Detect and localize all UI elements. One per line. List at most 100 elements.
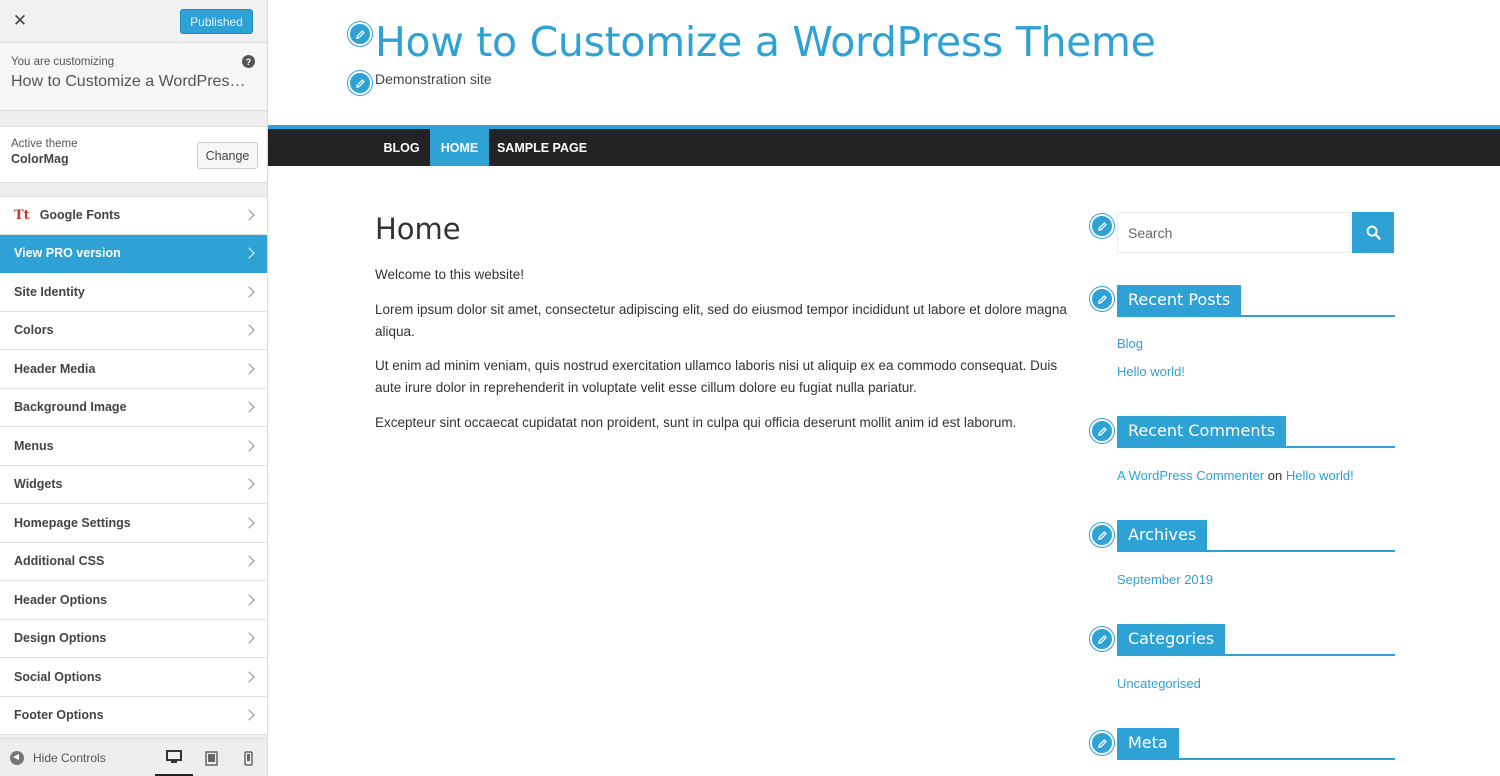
menu-item-label: Header Media	[14, 361, 96, 376]
widget-archives-title: Archives	[1117, 520, 1395, 552]
primary-nav: BLOG HOME SAMPLE PAGE	[268, 129, 1500, 166]
pencil-edit-icon[interactable]	[348, 71, 372, 95]
page-title: Home	[375, 212, 461, 246]
comment-on-text: on	[1267, 468, 1283, 483]
menu-item-label: Background Image	[14, 400, 127, 415]
site-preview: How to Customize a WordPress Theme Demon…	[268, 0, 1500, 776]
category-link[interactable]: Uncategorised	[1117, 676, 1201, 691]
content-paragraph: Ut enim ad minim veniam, quis nostrud ex…	[375, 358, 1058, 395]
nav-item-sample-page[interactable]: SAMPLE PAGE	[489, 129, 595, 166]
menu-item-site-identity[interactable]: Site Identity	[0, 273, 267, 312]
menu-item-footer-options[interactable]: Footer Options	[0, 696, 267, 735]
chevron-right-icon	[243, 594, 255, 606]
content-paragraph: Lorem ipsum dolor sit amet, consectetur …	[375, 302, 1067, 339]
desktop-icon[interactable]	[155, 739, 193, 776]
help-icon[interactable]: ?	[242, 55, 255, 68]
menu-item-label: Design Options	[14, 631, 107, 646]
customizing-site-name: How to Customize a WordPress Theme	[11, 73, 251, 90]
chevron-right-icon	[243, 247, 255, 259]
menu-item-menus[interactable]: Menus	[0, 427, 267, 466]
pencil-edit-icon[interactable]	[1090, 214, 1114, 238]
menu-item-label: Site Identity	[14, 284, 85, 299]
menu-item-social-options[interactable]: Social Options	[0, 658, 267, 697]
menu-item-label: Footer Options	[14, 708, 104, 723]
menu-item-header-options[interactable]: Header Options	[0, 581, 267, 620]
menu-item-label: Header Options	[14, 592, 108, 607]
chevron-right-icon	[243, 555, 255, 567]
menu-item-label: Menus	[14, 438, 54, 453]
menu-item-background-image[interactable]: Background Image	[0, 388, 267, 427]
chevron-right-icon	[243, 517, 255, 529]
widget-recent-comments-title: Recent Comments	[1117, 416, 1395, 448]
site-description: Demonstration site	[375, 71, 492, 87]
site-title[interactable]: How to Customize a WordPress Theme	[375, 18, 1156, 66]
widget-recent-posts-title: Recent Posts	[1117, 285, 1395, 317]
menu-item-label: Widgets	[14, 477, 63, 492]
customizer-menu: Tt Google Fonts View PRO version Site Id…	[0, 196, 267, 735]
nav-item-home[interactable]: HOME	[430, 129, 489, 166]
menu-item-label: Social Options	[14, 669, 102, 684]
customizer-panel: ✕ Published You are customizing How to C…	[0, 0, 268, 776]
menu-item-homepage-settings[interactable]: Homepage Settings	[0, 504, 267, 543]
menu-item-label: Colors	[14, 323, 54, 338]
pencil-edit-icon[interactable]	[1090, 523, 1114, 547]
menu-item-widgets[interactable]: Widgets	[0, 465, 267, 504]
comment-post-link[interactable]: Hello world!	[1286, 468, 1354, 483]
mobile-icon[interactable]	[229, 739, 267, 776]
customizing-label: You are customizing	[11, 56, 115, 68]
hide-controls-button[interactable]: Hide Controls	[33, 751, 106, 765]
active-theme-section: Active theme ColorMag Change	[0, 126, 267, 183]
chevron-right-icon	[243, 324, 255, 336]
chevron-right-icon	[243, 671, 255, 683]
hide-controls-icon[interactable]	[10, 750, 24, 765]
menu-item-label: Homepage Settings	[14, 515, 131, 530]
widget-categories-title: Categories	[1117, 624, 1395, 656]
menu-item-view-pro[interactable]: View PRO version	[0, 234, 267, 273]
panel-footer: Hide Controls	[0, 738, 267, 776]
menu-item-label: Additional CSS	[14, 554, 105, 569]
menu-item-header-media[interactable]: Header Media	[0, 350, 267, 389]
content-paragraph: Welcome to this website!	[375, 267, 525, 282]
chevron-right-icon	[243, 478, 255, 490]
search-input[interactable]: Search	[1117, 212, 1351, 253]
publish-button[interactable]: Published	[180, 9, 253, 34]
chevron-right-icon	[243, 632, 255, 644]
chevron-right-icon	[243, 209, 255, 221]
widget-title: Recent Posts	[1117, 285, 1242, 315]
pencil-edit-icon[interactable]	[348, 22, 372, 46]
pencil-edit-icon[interactable]	[1090, 731, 1114, 755]
menu-item-google-fonts[interactable]: Tt Google Fonts	[0, 196, 267, 235]
chevron-right-icon	[243, 363, 255, 375]
pencil-edit-icon[interactable]	[1090, 287, 1114, 311]
nav-item-blog[interactable]: BLOG	[375, 129, 428, 166]
chevron-right-icon	[243, 401, 255, 413]
search-icon	[1366, 225, 1381, 240]
widget-title: Meta	[1117, 728, 1179, 758]
widget-title: Categories	[1117, 624, 1226, 654]
panel-header: ✕ Published	[0, 0, 267, 43]
widget-meta-title: Meta	[1117, 728, 1395, 760]
content-paragraph: Excepteur sint occaecat cupidatat non pr…	[375, 415, 1017, 430]
menu-item-colors[interactable]: Colors	[0, 311, 267, 350]
menu-item-label: Google Fonts	[39, 208, 121, 223]
change-theme-button[interactable]: Change	[197, 142, 258, 169]
recent-post-link[interactable]: Hello world!	[1117, 364, 1185, 379]
google-fonts-icon: Tt	[14, 207, 30, 223]
close-icon[interactable]: ✕	[0, 0, 40, 42]
pencil-edit-icon[interactable]	[1090, 627, 1114, 651]
comment-author-link[interactable]: A WordPress Commenter	[1117, 468, 1264, 483]
tablet-icon[interactable]	[192, 739, 230, 776]
widget-title: Recent Comments	[1117, 416, 1287, 446]
search-button[interactable]	[1352, 212, 1394, 253]
menu-item-additional-css[interactable]: Additional CSS	[0, 542, 267, 581]
recent-comment: A WordPress Commenter on Hello world!	[1117, 468, 1354, 483]
widget-title: Archives	[1117, 520, 1208, 550]
chevron-right-icon	[243, 286, 255, 298]
menu-item-design-options[interactable]: Design Options	[0, 619, 267, 658]
menu-item-label: View PRO version	[14, 246, 121, 261]
archive-link[interactable]: September 2019	[1117, 572, 1213, 587]
recent-post-link[interactable]: Blog	[1117, 336, 1143, 351]
pencil-edit-icon[interactable]	[1090, 419, 1114, 443]
chevron-right-icon	[243, 709, 255, 721]
chevron-right-icon	[243, 440, 255, 452]
